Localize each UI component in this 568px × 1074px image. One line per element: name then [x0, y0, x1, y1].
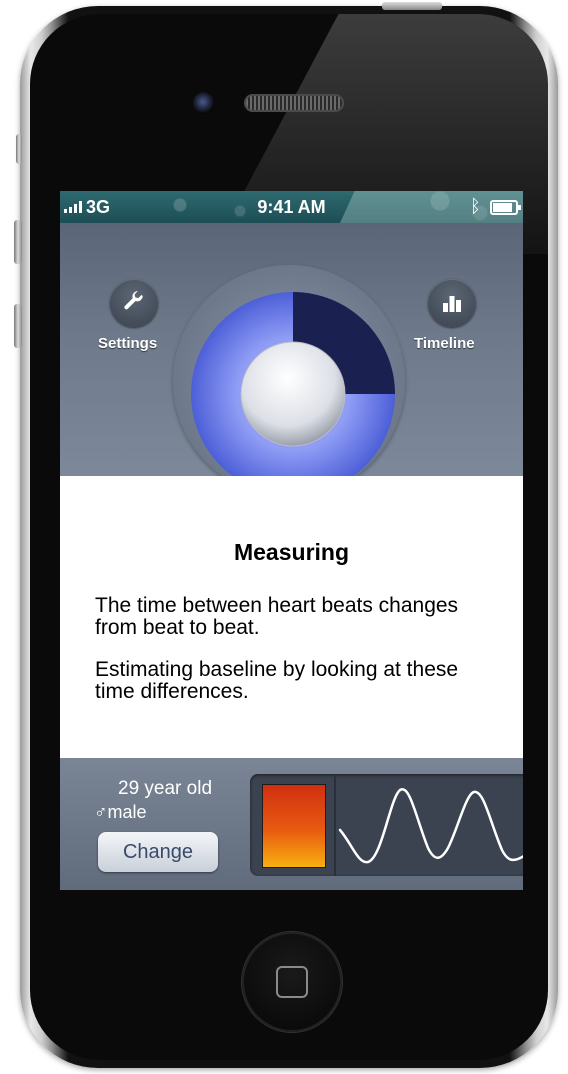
mute-switch — [16, 134, 22, 164]
settings-button[interactable] — [110, 279, 158, 327]
settings-label[interactable]: Settings — [98, 335, 157, 352]
user-age: 29 year old — [118, 778, 213, 799]
battery-icon — [490, 200, 521, 215]
camera-preview — [262, 784, 326, 868]
progress-dial — [191, 292, 395, 496]
bluetooth-icon: ᛒ — [470, 196, 481, 216]
bar-chart-icon — [443, 296, 461, 312]
timeline-button[interactable] — [428, 279, 476, 327]
front-camera — [193, 92, 215, 114]
status-time: 9:41 AM — [257, 197, 326, 217]
timeline-label[interactable]: Timeline — [414, 335, 475, 352]
screen: 3G 9:41 AM ᛒ Settings Timeline Measuring… — [60, 191, 523, 890]
user-gender: ♂male — [94, 802, 147, 822]
earpiece-speaker — [244, 94, 344, 112]
page-title: Measuring — [233, 539, 350, 565]
info-paragraph-1: The time between heart beats changes fro… — [95, 594, 459, 639]
pulse-waveform — [338, 788, 523, 864]
home-square-icon — [276, 966, 308, 998]
sleep-button — [382, 2, 442, 10]
dial-center-knob[interactable] — [240, 341, 346, 447]
home-button[interactable] — [242, 932, 342, 1032]
volume-down-button — [14, 304, 22, 348]
info-panel: Measuring The time between heart beats c… — [60, 476, 523, 758]
status-bar: 3G 9:41 AM ᛒ — [60, 191, 523, 223]
pulse-monitor-panel — [250, 774, 523, 876]
info-paragraph-2: Estimating baseline by looking at these … — [95, 658, 459, 703]
change-profile-button[interactable]: Change — [98, 832, 218, 872]
male-symbol-icon: ♂ — [94, 802, 108, 822]
wrench-icon — [124, 291, 143, 310]
volume-up-button — [14, 220, 22, 264]
footer-bar: 29 year old ♂male Change — [60, 758, 523, 890]
